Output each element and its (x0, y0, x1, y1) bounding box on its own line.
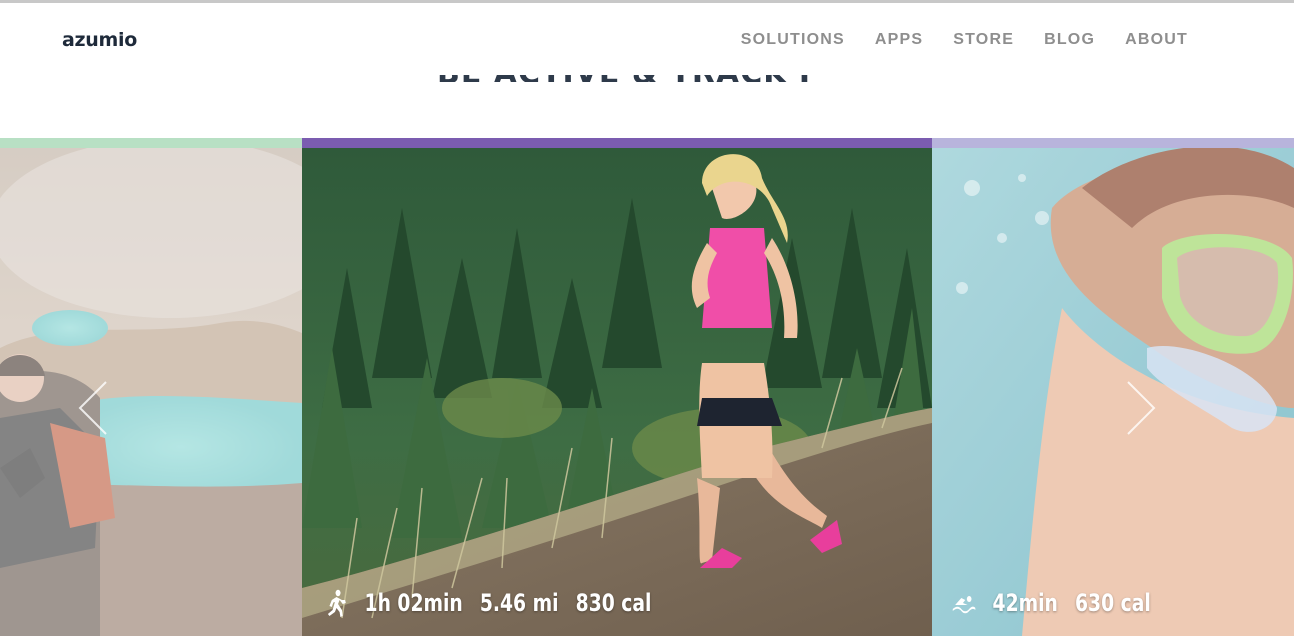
running-stats: 1h 02min 5.46 mi 830 cal (324, 588, 651, 618)
running-photo (302, 148, 932, 636)
chevron-left-icon[interactable] (72, 378, 112, 438)
inactive-overlay (932, 148, 1294, 636)
nav-blog[interactable]: BLOG (1044, 31, 1095, 49)
chevron-right-icon[interactable] (1122, 378, 1162, 438)
main-menu: SOLUTIONS APPS STORE BLOG ABOUT (741, 31, 1188, 49)
slide-running[interactable]: 1h 02min 5.46 mi 830 cal (302, 138, 932, 636)
swimming-stats: 42min 630 cal (952, 588, 1151, 618)
nav-about[interactable]: ABOUT (1125, 31, 1188, 49)
swimmer-icon (952, 596, 976, 614)
header-nav: azumio SOLUTIONS APPS STORE BLOG ABOUT (0, 3, 1294, 75)
slide-hiking[interactable] (0, 138, 302, 636)
slide-color-bar (932, 138, 1294, 148)
calories-stat: 630 cal (1075, 589, 1151, 617)
slide-swimming[interactable]: 42min 630 cal (932, 138, 1294, 636)
duration-stat: 42min (992, 589, 1058, 617)
distance-stat: 5.46 mi (479, 589, 559, 617)
slide-color-bar (302, 138, 932, 148)
calories-stat: 830 cal (575, 589, 652, 617)
running-person-icon (327, 589, 346, 617)
slide-color-bar (0, 138, 302, 148)
nav-store[interactable]: STORE (953, 31, 1014, 49)
nav-solutions[interactable]: SOLUTIONS (741, 31, 845, 49)
azumio-logo[interactable]: azumio (62, 29, 137, 51)
nav-apps[interactable]: APPS (875, 31, 923, 49)
hiking-photo (0, 148, 302, 636)
duration-stat: 1h 02min (364, 589, 463, 617)
inactive-overlay (0, 148, 302, 636)
swimming-photo (932, 148, 1294, 636)
activity-slider: 1h 02min 5.46 mi 830 cal 42min 630 cal (0, 138, 1294, 636)
